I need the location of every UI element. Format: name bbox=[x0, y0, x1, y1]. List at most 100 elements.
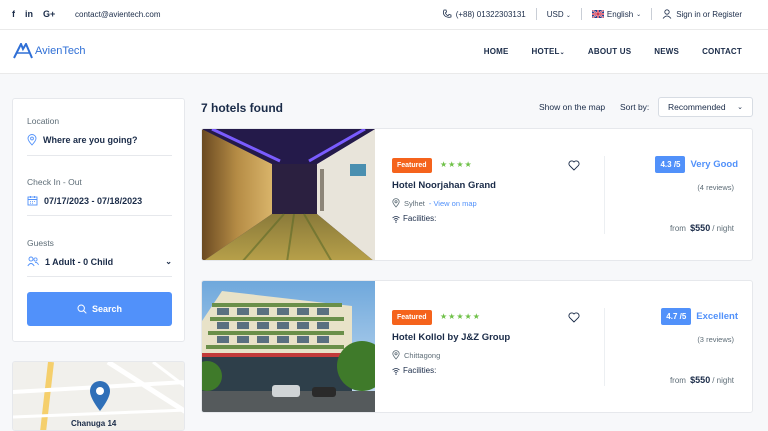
guests-label: Guests bbox=[27, 238, 54, 248]
divider bbox=[604, 308, 605, 386]
featured-badge: Featured bbox=[392, 310, 432, 325]
menu-hotel[interactable]: HOTEL⌄ bbox=[532, 47, 565, 56]
checkin-label: Check In - Out bbox=[27, 177, 82, 187]
menu-contact[interactable]: CONTACT bbox=[702, 47, 742, 56]
social-links: f in G+ bbox=[12, 9, 55, 19]
sort-label: Sort by: bbox=[620, 102, 650, 112]
facilities: Facilities: bbox=[392, 366, 436, 375]
price-unit: / night bbox=[712, 376, 734, 385]
review-count: (3 reviews) bbox=[697, 335, 734, 344]
score-word: Excellent bbox=[696, 311, 738, 322]
hotel-photo[interactable] bbox=[202, 129, 375, 261]
price-value: $550 bbox=[690, 223, 711, 233]
currency-select[interactable]: USD ⌄ bbox=[547, 10, 571, 19]
phone[interactable]: (+88) 01322303131 bbox=[442, 9, 526, 19]
score-word: Very Good bbox=[690, 159, 738, 170]
date-range-input[interactable]: 07/17/2023 - 07/18/2023 bbox=[44, 196, 142, 206]
sort-select[interactable]: Recommended ⌄ bbox=[658, 97, 753, 117]
logo-icon bbox=[13, 43, 33, 59]
search-panel: Location Where are you going? Check In -… bbox=[12, 98, 185, 342]
price-from: from bbox=[669, 224, 686, 233]
users-icon bbox=[27, 256, 39, 267]
price-from: from bbox=[669, 376, 686, 385]
phone-icon bbox=[442, 9, 452, 18]
hotel-card[interactable]: Featured ★★★★★ Hotel Kollol by J&Z Group… bbox=[201, 280, 753, 413]
auth-link[interactable]: Sign in or Register bbox=[662, 9, 742, 19]
currency-value: USD bbox=[546, 9, 564, 19]
calendar-icon bbox=[27, 196, 38, 206]
hotel-city: Sylhet bbox=[404, 198, 425, 208]
divider bbox=[535, 8, 537, 20]
google-plus-icon[interactable]: G+ bbox=[43, 9, 55, 19]
hotel-photo[interactable] bbox=[202, 281, 375, 413]
hotel-card[interactable]: Featured ★★★★ Hotel Noorjahan Grand Sylh… bbox=[201, 128, 753, 261]
results-count: 7 hotels found bbox=[201, 101, 283, 115]
wifi-icon bbox=[392, 215, 400, 223]
search-button-label: Search bbox=[91, 304, 123, 314]
review-count: (4 reviews) bbox=[697, 183, 734, 192]
search-button[interactable]: Search bbox=[27, 292, 172, 326]
user-icon bbox=[662, 9, 672, 19]
map-label: Chanuga 14 bbox=[71, 419, 117, 428]
guests-field[interactable]: Guests 1 Adult - 0 Child ⌄ bbox=[27, 238, 172, 277]
score-pill: 4.7 /5 bbox=[661, 308, 692, 325]
facilities-label: Facilities: bbox=[403, 366, 437, 375]
map-pin-icon bbox=[27, 134, 37, 146]
top-bar: f in G+ contact@avientech.com (+88) 0132… bbox=[0, 0, 768, 30]
hotel-name[interactable]: Hotel Noorjahan Grand bbox=[392, 180, 496, 191]
chevron-down-icon: ⌄ bbox=[165, 257, 172, 266]
star-rating: ★★★★★ bbox=[440, 312, 481, 321]
divider bbox=[651, 8, 653, 20]
facilities: Facilities: bbox=[392, 214, 436, 223]
review-score: 4.7 /5 Excellent bbox=[661, 308, 738, 325]
top-bar-right: (+88) 01322303131 USD ⌄ English ⌄ Sign i… bbox=[442, 8, 742, 20]
price: from $550/ night bbox=[670, 375, 734, 385]
hotel-location: Sylhet - View on map bbox=[392, 198, 477, 208]
chevron-down-icon: ⌄ bbox=[565, 12, 571, 19]
contact-email[interactable]: contact@avientech.com bbox=[75, 10, 161, 19]
price-value: $550 bbox=[690, 375, 711, 385]
heart-icon[interactable] bbox=[568, 312, 580, 323]
language-value: English bbox=[606, 9, 634, 19]
logo[interactable]: AvienTech bbox=[13, 43, 86, 59]
auth-label: Sign in or Register bbox=[676, 9, 742, 19]
price-unit: / night bbox=[712, 224, 734, 233]
menu-news[interactable]: NEWS bbox=[654, 47, 679, 56]
menu-about[interactable]: ABOUT US bbox=[588, 47, 631, 56]
hotel-name[interactable]: Hotel Kollol by J&Z Group bbox=[392, 332, 510, 343]
location-label: Location bbox=[27, 116, 60, 126]
search-icon bbox=[77, 304, 87, 314]
phone-number: (+88) 01322303131 bbox=[455, 9, 526, 19]
wifi-icon bbox=[392, 367, 400, 375]
facebook-icon[interactable]: f bbox=[12, 9, 15, 19]
featured-badge: Featured bbox=[392, 158, 432, 173]
map-marker-icon bbox=[90, 381, 110, 411]
divider bbox=[604, 156, 605, 234]
review-score: 4.3 /5 Very Good bbox=[655, 156, 738, 173]
menu-hotel-label: HOTEL bbox=[531, 47, 560, 56]
map-preview[interactable]: Chanuga 14 bbox=[12, 361, 185, 431]
heart-icon[interactable] bbox=[568, 160, 580, 171]
main-nav: AvienTech HOME HOTEL⌄ ABOUT US NEWS CONT… bbox=[0, 30, 768, 74]
brand-name: AvienTech bbox=[35, 45, 86, 57]
checkin-field[interactable]: Check In - Out 07/17/2023 - 07/18/2023 bbox=[27, 177, 172, 216]
hotel-city: Chittagong bbox=[404, 350, 441, 360]
score-pill: 4.3 /5 bbox=[655, 156, 686, 173]
location-field[interactable]: Location Where are you going? bbox=[27, 116, 172, 156]
location-input[interactable]: Where are you going? bbox=[43, 135, 138, 145]
divider bbox=[580, 8, 582, 20]
sort-value: Recommended bbox=[668, 102, 726, 112]
menu-home[interactable]: HOME bbox=[484, 47, 509, 56]
chevron-down-icon: ⌄ bbox=[636, 11, 642, 18]
view-on-map-link[interactable]: - View on map bbox=[429, 199, 477, 208]
linkedin-icon[interactable]: in bbox=[25, 9, 33, 19]
show-on-map-link[interactable]: Show on the map bbox=[539, 102, 605, 112]
uk-flag-icon bbox=[591, 10, 604, 18]
menu: HOME HOTEL⌄ ABOUT US NEWS CONTACT bbox=[484, 47, 742, 56]
language-select[interactable]: English ⌄ bbox=[591, 9, 642, 19]
guests-select[interactable]: 1 Adult - 0 Child bbox=[45, 257, 113, 267]
star-rating: ★★★★ bbox=[440, 160, 473, 169]
map-pin-icon bbox=[392, 350, 400, 360]
map-pin-icon bbox=[392, 198, 400, 208]
chevron-down-icon: ⌄ bbox=[559, 50, 565, 56]
